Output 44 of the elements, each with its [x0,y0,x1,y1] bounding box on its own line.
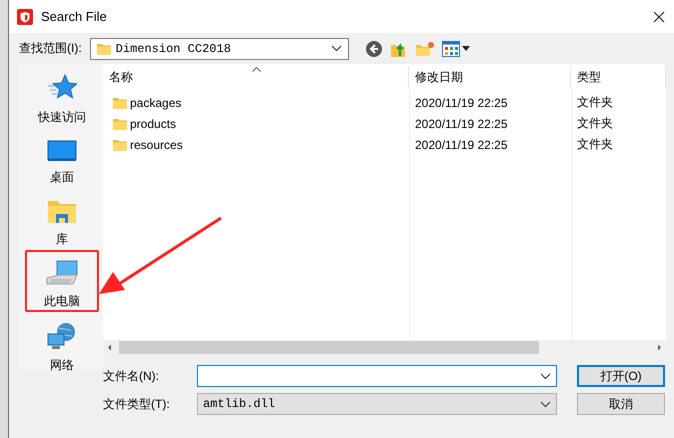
column-header[interactable]: 名称 [103,66,409,88]
column-header[interactable]: 修改日期 [409,66,571,88]
column-header[interactable]: 类型 [571,66,666,88]
chevron-down-icon [330,45,342,52]
file-name[interactable]: packages [130,96,182,110]
network-icon [47,322,77,350]
modified-date: 2020/11/19 22:25 [415,138,508,152]
file-type-label: 文件类型(T): [103,396,171,412]
folder-icon [96,42,111,54]
new-folder-icon[interactable] [414,40,435,56]
folder-icon [113,138,127,150]
file-name-label: 文件名(N): [103,368,160,384]
file-name-field[interactable] [197,365,557,387]
file-type: 文件夹 [577,95,613,109]
look-in-dropdown[interactable]: Dimension CC2018 [90,38,349,60]
sidebar-item[interactable]: 桌面 [25,126,99,188]
file-type-dropdown[interactable]: amtlib.dll [197,393,557,415]
cancel-button[interactable]: 取消 [577,393,665,415]
file-name[interactable]: products [130,116,176,130]
sidebar-item[interactable]: 网络 [25,312,99,374]
chevron-down-icon [540,400,551,408]
folder-icon [113,118,127,130]
sidebar-item[interactable]: 库 [25,188,99,250]
close-icon [653,10,665,22]
modified-date: 2020/11/19 22:25 [415,96,508,110]
horizontal-scrollbar[interactable] [103,340,666,355]
look-in-label: 查找范围(I): [19,40,82,57]
sidebar-item[interactable]: 此电脑 [25,250,99,312]
library-folder-icon [47,198,77,224]
back-icon[interactable] [364,40,383,58]
sort-caret-icon [252,67,260,72]
computer-icon [45,260,79,286]
modified-date: 2020/11/19 22:25 [415,116,508,130]
open-button[interactable]: 打开(O) [577,365,665,387]
file-name[interactable]: resources [130,138,183,152]
window-title: Search File [41,9,107,24]
sidebar-item[interactable]: 快速访问 [25,64,99,126]
file-type: 文件夹 [577,116,613,130]
chevron-down-icon [540,372,551,380]
folder-icon [113,96,127,108]
app-logo-icon [17,8,33,24]
file-type: 文件夹 [577,137,613,151]
monitor-icon [47,140,77,162]
view-menu-icon[interactable] [442,40,470,56]
